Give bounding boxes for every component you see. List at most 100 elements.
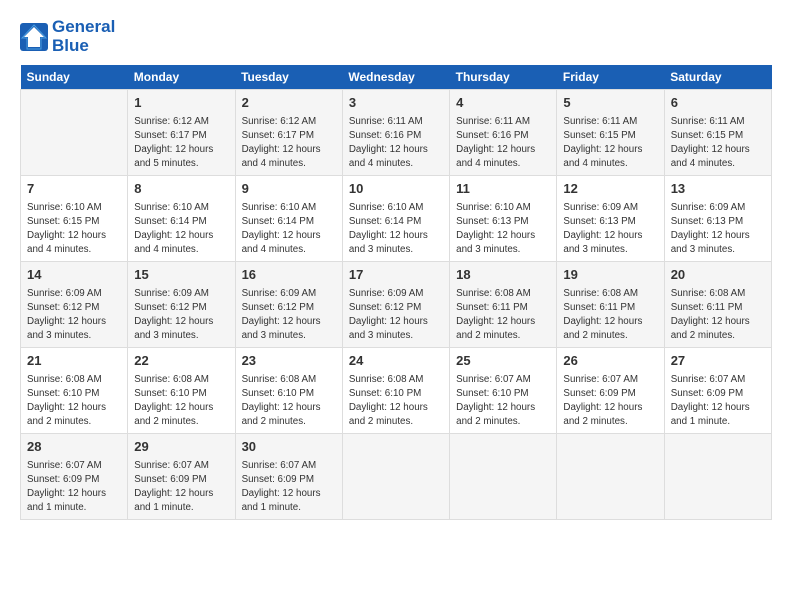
calendar-table: SundayMondayTuesdayWednesdayThursdayFrid… — [20, 65, 772, 520]
day-info: Sunrise: 6:09 AM Sunset: 6:13 PM Dayligh… — [671, 201, 765, 258]
calendar-cell: 17Sunrise: 6:09 AM Sunset: 6:12 PM Dayli… — [342, 262, 449, 348]
day-number: 4 — [456, 94, 550, 112]
day-info: Sunrise: 6:07 AM Sunset: 6:10 PM Dayligh… — [456, 373, 550, 430]
day-number: 8 — [134, 180, 228, 198]
day-header-thursday: Thursday — [450, 65, 557, 90]
day-header-sunday: Sunday — [21, 65, 128, 90]
day-number: 5 — [563, 94, 657, 112]
day-info: Sunrise: 6:10 AM Sunset: 6:13 PM Dayligh… — [456, 201, 550, 258]
day-number: 15 — [134, 266, 228, 284]
day-number: 19 — [563, 266, 657, 284]
calendar-cell: 10Sunrise: 6:10 AM Sunset: 6:14 PM Dayli… — [342, 176, 449, 262]
day-number: 30 — [242, 438, 336, 456]
calendar-cell: 8 Sunrise: 6:10 AM Sunset: 6:14 PM Daylig… — [128, 176, 235, 262]
calendar-cell: 15 Sunrise: 6:09 AM Sunset: 6:12 PM Dayli… — [128, 262, 235, 348]
calendar-cell — [342, 434, 449, 520]
day-header-monday: Monday — [128, 65, 235, 90]
day-header-wednesday: Wednesday — [342, 65, 449, 90]
day-number: 27 — [671, 352, 765, 370]
day-number: 22 — [134, 352, 228, 370]
calendar-cell: 7 Sunrise: 6:10 AM Sunset: 6:15 PM Daylig… — [21, 176, 128, 262]
calendar-cell: 26 Sunrise: 6:07 AM Sunset: 6:09 PM Dayli… — [557, 348, 664, 434]
day-info: Sunrise: 6:07 AM Sunset: 6:09 PM Dayligh… — [563, 373, 657, 430]
header: General Blue — [20, 18, 772, 55]
day-info: Sunrise: 6:08 AM Sunset: 6:11 PM Dayligh… — [456, 287, 550, 344]
day-number: 13 — [671, 180, 765, 198]
day-number: 28 — [27, 438, 121, 456]
day-info: Sunrise: 6:11 AM Sunset: 6:16 PM Dayligh… — [456, 115, 550, 172]
day-number: 2 — [242, 94, 336, 112]
day-number: 7 — [27, 180, 121, 198]
day-number: 9 — [242, 180, 336, 198]
day-number: 6 — [671, 94, 765, 112]
day-number: 3 — [349, 94, 443, 112]
day-info: Sunrise: 6:07 AM Sunset: 6:09 PM Dayligh… — [27, 459, 121, 516]
day-info: Sunrise: 6:08 AM Sunset: 6:10 PM Dayligh… — [349, 373, 443, 430]
logo-icon — [20, 23, 48, 51]
calendar-cell — [664, 434, 771, 520]
day-info: Sunrise: 6:10 AM Sunset: 6:14 PM Dayligh… — [242, 201, 336, 258]
calendar-cell — [450, 434, 557, 520]
calendar-cell: 23Sunrise: 6:08 AM Sunset: 6:10 PM Dayli… — [235, 348, 342, 434]
calendar-cell: 21 Sunrise: 6:08 AM Sunset: 6:10 PM Dayli… — [21, 348, 128, 434]
logo-text: General Blue — [52, 18, 115, 55]
week-row-4: 21 Sunrise: 6:08 AM Sunset: 6:10 PM Dayli… — [21, 348, 772, 434]
calendar-cell: 29 Sunrise: 6:07 AM Sunset: 6:09 PM Dayli… — [128, 434, 235, 520]
week-row-1: 1 Sunrise: 6:12 AM Sunset: 6:17 PM Daylig… — [21, 90, 772, 176]
day-number: 23 — [242, 352, 336, 370]
calendar-cell: 4 Sunrise: 6:11 AM Sunset: 6:16 PM Daylig… — [450, 90, 557, 176]
day-info: Sunrise: 6:09 AM Sunset: 6:12 PM Dayligh… — [242, 287, 336, 344]
day-header-friday: Friday — [557, 65, 664, 90]
page: General Blue SundayMondayTuesdayWednesda… — [0, 0, 792, 530]
week-row-2: 7 Sunrise: 6:10 AM Sunset: 6:15 PM Daylig… — [21, 176, 772, 262]
day-number: 12 — [563, 180, 657, 198]
day-header-saturday: Saturday — [664, 65, 771, 90]
calendar-cell — [21, 90, 128, 176]
day-info: Sunrise: 6:11 AM Sunset: 6:15 PM Dayligh… — [671, 115, 765, 172]
week-row-5: 28 Sunrise: 6:07 AM Sunset: 6:09 PM Dayli… — [21, 434, 772, 520]
calendar-cell: 1 Sunrise: 6:12 AM Sunset: 6:17 PM Daylig… — [128, 90, 235, 176]
day-number: 21 — [27, 352, 121, 370]
day-info: Sunrise: 6:10 AM Sunset: 6:14 PM Dayligh… — [134, 201, 228, 258]
calendar-cell: 3Sunrise: 6:11 AM Sunset: 6:16 PM Daylig… — [342, 90, 449, 176]
calendar-cell: 14Sunrise: 6:09 AM Sunset: 6:12 PM Dayli… — [21, 262, 128, 348]
calendar-cell: 16Sunrise: 6:09 AM Sunset: 6:12 PM Dayli… — [235, 262, 342, 348]
calendar-cell: 25 Sunrise: 6:07 AM Sunset: 6:10 PM Dayli… — [450, 348, 557, 434]
calendar-cell: 13 Sunrise: 6:09 AM Sunset: 6:13 PM Dayli… — [664, 176, 771, 262]
day-info: Sunrise: 6:09 AM Sunset: 6:12 PM Dayligh… — [134, 287, 228, 344]
day-number: 24 — [349, 352, 443, 370]
day-info: Sunrise: 6:07 AM Sunset: 6:09 PM Dayligh… — [134, 459, 228, 516]
calendar-cell: 18 Sunrise: 6:08 AM Sunset: 6:11 PM Dayli… — [450, 262, 557, 348]
day-number: 17 — [349, 266, 443, 284]
calendar-header-row: SundayMondayTuesdayWednesdayThursdayFrid… — [21, 65, 772, 90]
day-number: 26 — [563, 352, 657, 370]
day-header-tuesday: Tuesday — [235, 65, 342, 90]
day-info: Sunrise: 6:12 AM Sunset: 6:17 PM Dayligh… — [134, 115, 228, 172]
day-number: 20 — [671, 266, 765, 284]
day-info: Sunrise: 6:07 AM Sunset: 6:09 PM Dayligh… — [671, 373, 765, 430]
day-info: Sunrise: 6:11 AM Sunset: 6:15 PM Dayligh… — [563, 115, 657, 172]
calendar-cell: 30 Sunrise: 6:07 AM Sunset: 6:09 PM Dayli… — [235, 434, 342, 520]
day-info: Sunrise: 6:07 AM Sunset: 6:09 PM Dayligh… — [242, 459, 336, 516]
day-info: Sunrise: 6:10 AM Sunset: 6:14 PM Dayligh… — [349, 201, 443, 258]
day-number: 1 — [134, 94, 228, 112]
day-number: 11 — [456, 180, 550, 198]
day-number: 18 — [456, 266, 550, 284]
week-row-3: 14Sunrise: 6:09 AM Sunset: 6:12 PM Dayli… — [21, 262, 772, 348]
day-number: 25 — [456, 352, 550, 370]
day-info: Sunrise: 6:08 AM Sunset: 6:10 PM Dayligh… — [134, 373, 228, 430]
day-info: Sunrise: 6:12 AM Sunset: 6:17 PM Dayligh… — [242, 115, 336, 172]
calendar-cell: 20 Sunrise: 6:08 AM Sunset: 6:11 PM Dayli… — [664, 262, 771, 348]
day-info: Sunrise: 6:10 AM Sunset: 6:15 PM Dayligh… — [27, 201, 121, 258]
day-info: Sunrise: 6:08 AM Sunset: 6:11 PM Dayligh… — [671, 287, 765, 344]
calendar-cell: 2 Sunrise: 6:12 AM Sunset: 6:17 PM Daylig… — [235, 90, 342, 176]
calendar-cell: 5 Sunrise: 6:11 AM Sunset: 6:15 PM Daylig… — [557, 90, 664, 176]
calendar-cell: 9 Sunrise: 6:10 AM Sunset: 6:14 PM Daylig… — [235, 176, 342, 262]
calendar-cell: 28 Sunrise: 6:07 AM Sunset: 6:09 PM Dayli… — [21, 434, 128, 520]
day-info: Sunrise: 6:08 AM Sunset: 6:10 PM Dayligh… — [27, 373, 121, 430]
day-info: Sunrise: 6:09 AM Sunset: 6:12 PM Dayligh… — [27, 287, 121, 344]
day-number: 29 — [134, 438, 228, 456]
calendar-cell: 22 Sunrise: 6:08 AM Sunset: 6:10 PM Dayli… — [128, 348, 235, 434]
calendar-cell: 27 Sunrise: 6:07 AM Sunset: 6:09 PM Dayli… — [664, 348, 771, 434]
logo: General Blue — [20, 18, 115, 55]
